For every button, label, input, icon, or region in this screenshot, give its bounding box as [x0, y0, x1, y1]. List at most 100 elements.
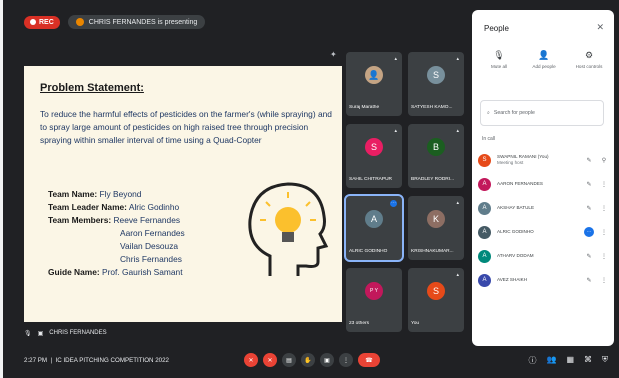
avatar: A	[365, 210, 383, 228]
member-name: Chris Fernandes	[120, 254, 182, 264]
top-bar: REC CHRIS FERNANDES is presenting	[14, 8, 470, 36]
rec-dot-icon	[30, 19, 36, 25]
participant-name: BRADLEY RODRI...	[411, 177, 455, 182]
people-icon[interactable]: 👥	[546, 355, 556, 366]
list-item[interactable]: A ALRIC GODINHO ⋯ ⋮	[478, 220, 608, 244]
avatar: S	[478, 153, 491, 167]
member-name: Vailan Desouza	[120, 241, 179, 251]
participant-tile[interactable]: ▴ S SATYESH KAMO...	[408, 52, 464, 116]
mic-off-icon: ▴	[456, 200, 459, 206]
avatar: S	[365, 138, 383, 156]
add-people-button[interactable]: 👤 Add people	[523, 50, 565, 69]
participant-name: ALRIC GODINHO	[349, 249, 388, 254]
more-vert-icon[interactable]: ⋮	[600, 181, 608, 188]
more-vert-icon[interactable]: ⋮	[600, 229, 608, 236]
mic-off-icon[interactable]: ✎	[584, 277, 594, 284]
mic-off-icon[interactable]: ✎	[584, 205, 594, 212]
camera-icon[interactable]: ✕	[263, 353, 277, 367]
participant-tile[interactable]: ▴ K KRISHNAKUMAR...	[408, 196, 464, 260]
participant-tiles: ▴ 👤 Suraj Marathe ▴ S SATYESH KAMO... ▴ …	[344, 52, 466, 332]
participant-name: SATYESH KAMO...	[411, 105, 453, 110]
mic-icon[interactable]: ✕	[244, 353, 258, 367]
participant-tile[interactable]: P Y 23 others	[346, 268, 402, 332]
participant-name: ATHARV DODAM	[497, 253, 534, 258]
add-people-label: Add people	[532, 64, 556, 69]
meeting-info: 2:27 PM | IC IDEA PITCHING COMPETITION 2…	[24, 356, 169, 364]
participant-tile[interactable]: ⋯ A ALRIC GODINHO	[344, 194, 404, 262]
pin-icon[interactable]: ⚲	[600, 157, 608, 164]
team-name-label: Team Name:	[48, 189, 98, 199]
close-icon[interactable]: ✕	[596, 22, 604, 33]
mic-off-icon: ▴	[456, 128, 459, 134]
presenting-banner[interactable]: CHRIS FERNANDES is presenting	[67, 15, 206, 29]
participant-name: SAHIL CHITRAPUR	[349, 177, 393, 182]
list-item[interactable]: A ATHARV DODAM ✎ ⋮	[478, 244, 608, 268]
info-icon[interactable]: ⓘ	[528, 355, 536, 366]
avatar: K	[427, 210, 445, 228]
lock-icon[interactable]: ⛨	[602, 355, 608, 366]
in-call-heading: In call	[482, 136, 496, 142]
team-details: Team Name: Fly Beyond Team Leader Name: …	[48, 188, 185, 279]
rec-label: REC	[39, 18, 54, 26]
call-controls: ✕ ✕ ▤ ✋ ▣ ⋮ ☎	[244, 353, 380, 367]
people-search[interactable]: ⌕ Search for people	[480, 100, 604, 126]
more-options-icon: ⋯	[390, 200, 397, 207]
more-options-icon[interactable]: ⋮	[339, 353, 353, 367]
mic-off-icon: ▴	[456, 272, 459, 278]
bottom-bar: 2:27 PM | IC IDEA PITCHING COMPETITION 2…	[14, 348, 614, 372]
avatar: 👤	[365, 66, 383, 84]
mic-off-icon[interactable]: ✎	[584, 181, 594, 188]
mic-off-icon: ▴	[456, 56, 459, 62]
more-vert-icon[interactable]: ⋮	[600, 277, 608, 284]
list-item[interactable]: S SWAPNIL RAMANI (You) Meeting host ✎ ⚲	[478, 148, 608, 172]
presenter-label-bar: 🎙 ▣ CHRIS FERNANDES	[24, 326, 107, 340]
panel-title: People	[484, 24, 509, 33]
presentation-icon	[75, 18, 84, 26]
host-controls-button[interactable]: ⚙ Host controls	[568, 50, 610, 69]
pin-icon[interactable]: ✦	[330, 50, 337, 59]
more-vert-icon[interactable]: ⋮	[600, 253, 608, 260]
more-vert-icon[interactable]: ⋮	[600, 205, 608, 212]
participant-tile[interactable]: ▴ S SAHIL CHITRAPUR	[346, 124, 402, 188]
participant-name: AKSHAY BATULE	[497, 205, 535, 210]
participant-tile[interactable]: ▴ 👤 Suraj Marathe	[346, 52, 402, 116]
hang-up-icon[interactable]: ☎	[358, 353, 380, 367]
meeting-name: IC IDEA PITCHING COMPETITION 2022	[55, 356, 169, 364]
mute-all-icon: 🎙	[493, 50, 505, 60]
present-icon[interactable]: ▣	[320, 353, 334, 367]
people-panel: People ✕ 🎙 Mute all 👤 Add people ⚙ Host …	[472, 10, 614, 346]
slide-title: Problem Statement:	[40, 82, 144, 94]
mute-all-label: Mute all	[490, 64, 508, 69]
mic-off-icon[interactable]: ✎	[584, 157, 594, 164]
mute-all-button[interactable]: 🎙 Mute all	[478, 50, 520, 69]
mic-icon: 🎙	[24, 330, 32, 337]
participant-name: 23 others	[349, 321, 370, 326]
recording-badge[interactable]: REC	[24, 15, 60, 29]
participant-name: AARON FERNANDES	[497, 181, 543, 186]
team-name: Fly Beyond	[99, 189, 142, 199]
mic-off-icon: ▴	[394, 56, 397, 62]
host-controls-icon: ⚙	[584, 50, 594, 60]
participant-name: KRISHNAKUMAR...	[411, 249, 454, 254]
mic-off-icon[interactable]: ✎	[584, 253, 594, 260]
chat-icon[interactable]: ▦	[566, 355, 574, 366]
panel-actions: 🎙 Mute all 👤 Add people ⚙ Host controls	[478, 50, 610, 69]
add-person-icon: 👤	[538, 50, 550, 60]
participant-name: SWAPNIL RAMANI (You)	[497, 154, 549, 159]
avatar: A	[478, 273, 491, 287]
raise-hand-icon[interactable]: ✋	[301, 353, 315, 367]
participant-tile[interactable]: ▴ S You	[408, 268, 464, 332]
captions-icon[interactable]: ▤	[282, 353, 296, 367]
participant-tile[interactable]: ▴ B BRADLEY RODRI...	[408, 124, 464, 188]
members-label: Team Members:	[48, 215, 112, 225]
participant-list: S SWAPNIL RAMANI (You) Meeting host ✎ ⚲ A…	[478, 148, 608, 292]
list-item[interactable]: A AVEZ SHAIKH ✎ ⋮	[478, 268, 608, 292]
list-item[interactable]: A AKSHAY BATULE ✎ ⋮	[478, 196, 608, 220]
avatar: A	[478, 225, 491, 239]
slide-problem-text: To reduce the harmful effects of pestici…	[40, 109, 332, 145]
list-item[interactable]: A AARON FERNANDES ✎ ⋮	[478, 172, 608, 196]
avatar: A	[478, 177, 491, 191]
activities-icon[interactable]: ⌘	[584, 355, 592, 366]
guide-name: Prof. Gaurish Samant	[102, 267, 183, 277]
leader-label: Team Leader Name:	[48, 202, 127, 212]
